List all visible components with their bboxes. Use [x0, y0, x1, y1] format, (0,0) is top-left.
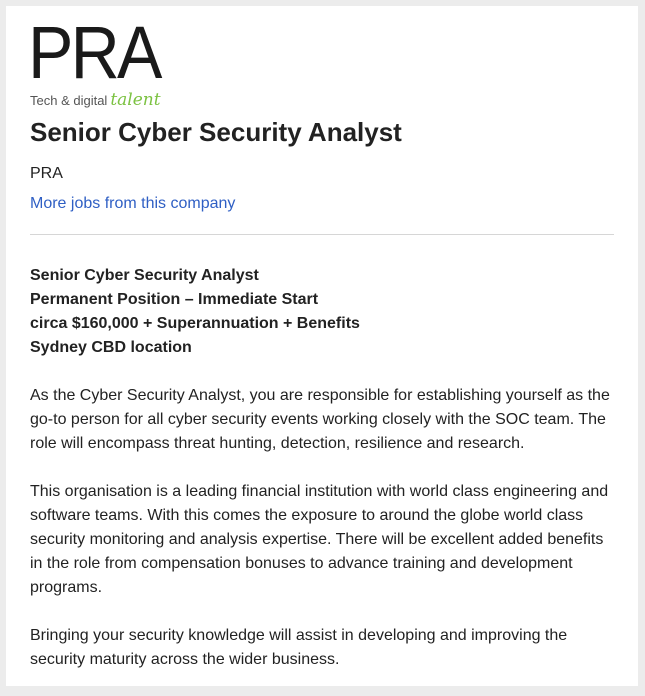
- more-jobs-link[interactable]: More jobs from this company: [30, 195, 235, 213]
- job-highlights: Senior Cyber Security Analyst Permanent …: [30, 264, 616, 360]
- highlight-salary: circa $160,000 + Superannuation + Benefi…: [30, 315, 360, 332]
- company-name: PRA: [30, 165, 63, 182]
- description-paragraph: As the Cyber Security Analyst, you are r…: [30, 387, 610, 452]
- divider: [30, 234, 614, 235]
- highlight-position: Permanent Position – Immediate Start: [30, 291, 319, 308]
- logo-tagline-accent: talent: [110, 90, 161, 110]
- job-card: PRA Tech & digital talent Senior Cyber Se…: [6, 6, 638, 686]
- description-paragraph: Bringing your security knowledge will as…: [30, 627, 568, 668]
- logo-tagline: Tech & digital talent: [30, 90, 161, 110]
- description-paragraph: This organisation is a leading financial…: [30, 483, 609, 596]
- highlight-title: Senior Cyber Security Analyst: [30, 267, 259, 284]
- logo-letters: PRA: [28, 11, 162, 94]
- logo-tagline-text: Tech & digital: [30, 93, 108, 108]
- highlight-location: Sydney CBD location: [30, 339, 192, 356]
- job-description: Senior Cyber Security Analyst Permanent …: [30, 264, 616, 696]
- job-title: Senior Cyber Security Analyst: [30, 117, 402, 147]
- company-logo[interactable]: PRA Tech & digital talent: [28, 16, 180, 116]
